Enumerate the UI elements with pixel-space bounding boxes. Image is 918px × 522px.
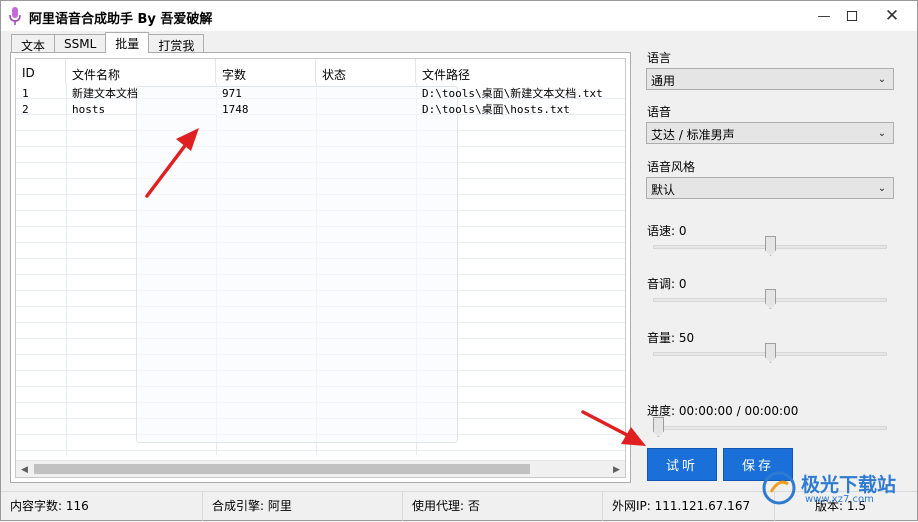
preview-button[interactable]: 试听 <box>647 448 717 481</box>
progress-slider[interactable] <box>653 417 887 439</box>
column-header-path[interactable]: 文件路径 <box>416 59 625 83</box>
voice-select[interactable]: 艾达 / 标准男声 ⌄ <box>646 122 894 144</box>
language-select[interactable]: 通用 ⌄ <box>646 68 894 90</box>
batch-panel: ID 文件名称 字数 状态 文件路径 1 新建文本文档 971 D:\tools… <box>10 52 631 483</box>
chevron-down-icon: ⌄ <box>877 127 887 139</box>
app-window: 阿里语音合成助手 By 吾爱破解 — ✕ 文本 SSML 批量 打赏我 ID 文… <box>0 0 918 521</box>
status-engine: 合成引擎: 阿里 <box>203 492 403 521</box>
slider-thumb[interactable] <box>765 289 776 309</box>
cell-id: 2 <box>22 103 29 116</box>
slider-thumb[interactable] <box>765 236 776 256</box>
horizontal-scrollbar[interactable]: ◀ ▶ <box>16 460 625 477</box>
chevron-down-icon: ⌄ <box>877 182 887 194</box>
language-value: 通用 <box>651 74 676 88</box>
table-row[interactable]: 2 hosts 1748 D:\tools\桌面\hosts.txt <box>16 102 625 118</box>
watermark-text: 极光下载站 <box>801 474 897 496</box>
proxy-value: 否 <box>467 499 480 513</box>
volume-slider[interactable] <box>653 343 887 365</box>
column-header-name[interactable]: 文件名称 <box>66 59 216 83</box>
title-bar: 阿里语音合成助手 By 吾爱破解 — ✕ <box>1 1 917 31</box>
table-row[interactable]: 1 新建文本文档 971 D:\tools\桌面\新建文本文档.txt <box>16 86 625 102</box>
progress-label: 进度: <box>647 404 676 418</box>
cell-count: 1748 <box>222 103 249 116</box>
microphone-icon <box>9 7 21 25</box>
status-proxy: 使用代理: 否 <box>403 492 603 521</box>
close-icon: ✕ <box>884 6 900 26</box>
column-header-status[interactable]: 状态 <box>316 59 416 83</box>
watermark-logo-icon <box>762 471 796 505</box>
list-header: ID 文件名称 字数 状态 文件路径 <box>16 59 625 83</box>
tab-strip: 文本 SSML 批量 打赏我 <box>11 32 205 53</box>
column-divider <box>66 83 67 455</box>
tab-batch[interactable]: 批量 <box>105 32 150 53</box>
column-header-id[interactable]: ID <box>16 59 66 83</box>
voice-value: 艾达 / 标准男声 <box>651 128 735 142</box>
slider-thumb[interactable] <box>653 417 664 437</box>
window-title: 阿里语音合成助手 By 吾爱破解 <box>29 12 213 27</box>
slider-track <box>653 426 887 430</box>
cell-count: 971 <box>222 87 242 100</box>
watermark-sub: www.xz7.com <box>805 494 874 505</box>
tab-ssml[interactable]: SSML <box>54 34 107 53</box>
slider-thumb[interactable] <box>765 343 776 363</box>
cell-id: 1 <box>22 87 29 100</box>
scrollbar-thumb[interactable] <box>34 464 530 474</box>
maximize-button[interactable] <box>835 1 869 31</box>
progress-time: 00:00:00 / 00:00:00 <box>678 404 799 418</box>
ip-label: 外网IP: <box>612 499 651 513</box>
engine-label: 合成引擎: <box>212 499 265 513</box>
language-label: 语言 <box>647 51 672 65</box>
speed-slider[interactable] <box>653 236 887 258</box>
status-chars: 内容字数: 116 <box>1 492 203 521</box>
chars-label: 内容字数: <box>10 499 63 513</box>
proxy-label: 使用代理: <box>412 499 465 513</box>
style-select[interactable]: 默认 ⌄ <box>646 177 894 199</box>
maximize-icon <box>847 11 857 21</box>
tab-text[interactable]: 文本 <box>11 34 56 53</box>
cell-status <box>316 102 322 118</box>
cell-name: 新建文本文档 <box>72 87 138 100</box>
close-button[interactable]: ✕ <box>867 1 917 31</box>
style-label: 语音风格 <box>647 160 696 174</box>
engine-value: 阿里 <box>267 499 292 513</box>
scroll-left-icon[interactable]: ◀ <box>16 461 33 477</box>
status-ip: 外网IP: 111.121.67.167 <box>603 492 775 521</box>
chars-value: 116 <box>65 499 89 513</box>
minimize-icon: — <box>817 8 831 24</box>
tab-donate[interactable]: 打赏我 <box>148 34 205 53</box>
ip-value: 111.121.67.167 <box>654 499 751 513</box>
style-value: 默认 <box>651 183 676 197</box>
voice-label: 语音 <box>647 105 672 119</box>
scroll-right-icon[interactable]: ▶ <box>608 461 625 477</box>
file-list[interactable]: ID 文件名称 字数 状态 文件路径 1 新建文本文档 971 D:\tools… <box>15 58 626 478</box>
cell-path: D:\tools\桌面\hosts.txt <box>422 103 570 116</box>
cell-name: hosts <box>72 103 106 116</box>
chevron-down-icon: ⌄ <box>877 73 887 85</box>
pitch-slider[interactable] <box>653 289 887 311</box>
cell-status <box>316 86 322 102</box>
cell-path: D:\tools\桌面\新建文本文档.txt <box>422 87 603 100</box>
column-header-count[interactable]: 字数 <box>216 59 316 83</box>
site-watermark: 极光下载站 www.xz7.com <box>761 466 911 512</box>
background-ghost-window <box>136 86 458 443</box>
